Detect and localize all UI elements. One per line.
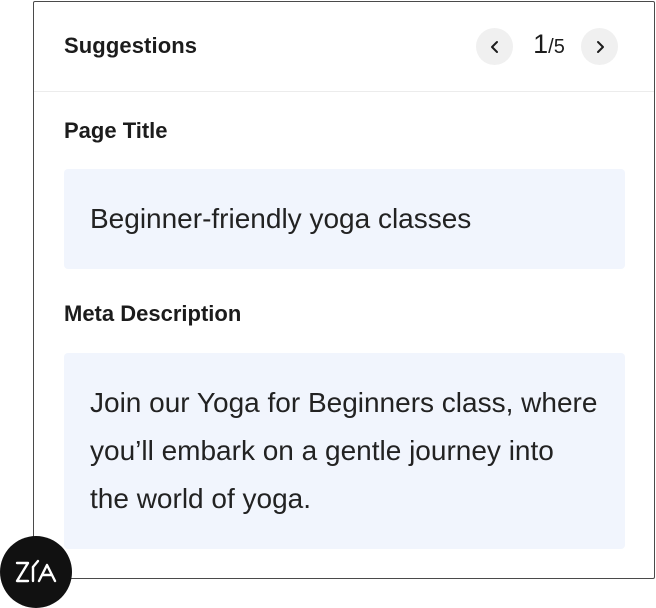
page-title-label: Page Title: [64, 118, 168, 143]
page-title-text: Beginner-friendly yoga classes: [90, 203, 472, 234]
zia-assistant-button[interactable]: [0, 536, 72, 608]
suggestions-panel: Suggestions 1/5 Page Title Beginner-frie…: [33, 1, 655, 579]
previous-suggestion-button[interactable]: [476, 28, 513, 65]
meta-description-label: Meta Description: [64, 301, 242, 326]
zia-logo-icon: [15, 559, 57, 583]
suggestion-pager: 1/5: [525, 29, 573, 60]
chevron-left-icon: [490, 40, 498, 53]
chevron-right-icon: [596, 40, 604, 53]
page-title-suggestion[interactable]: Beginner-friendly yoga classes: [64, 169, 625, 269]
meta-description-text: Join our Yoga for Beginners class, where…: [90, 387, 598, 514]
panel-header: Suggestions 1/5: [34, 2, 654, 92]
panel-title: Suggestions: [64, 33, 198, 58]
pager-total: 5: [553, 36, 565, 58]
pager-current: 1: [533, 29, 549, 59]
next-suggestion-button[interactable]: [581, 28, 618, 65]
meta-description-suggestion[interactable]: Join our Yoga for Beginners class, where…: [64, 353, 625, 549]
